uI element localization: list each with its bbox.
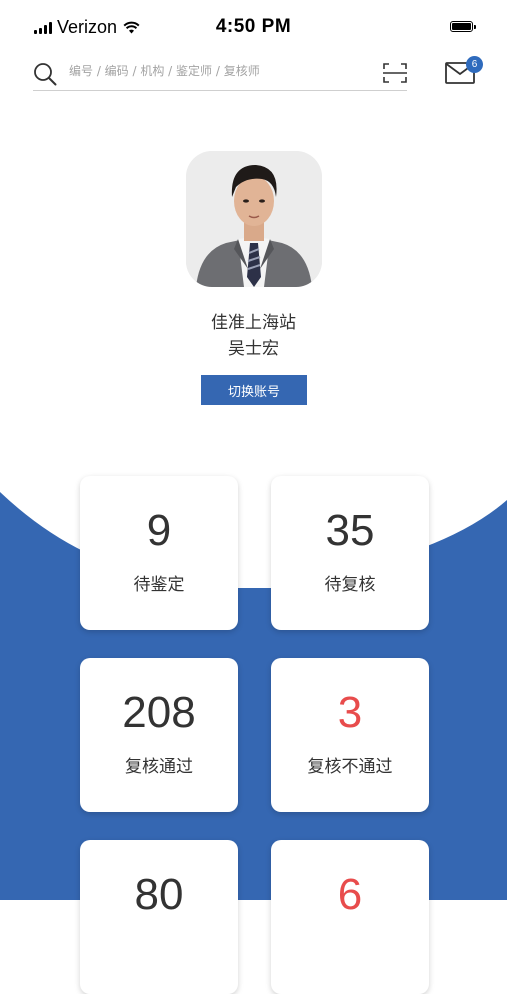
status-time: 4:50 PM (215, 16, 292, 37)
stat-value: 208 (122, 688, 196, 737)
stat-value: 35 (325, 506, 375, 555)
stat-card-review-passed[interactable]: 208 复核通过 (80, 658, 238, 812)
avatar[interactable] (186, 151, 322, 287)
search-input[interactable] (69, 64, 369, 78)
stat-value: 9 (146, 506, 172, 555)
stat-value: 3 (337, 688, 363, 737)
stat-card-5[interactable]: 80 (80, 840, 238, 994)
search-bar (33, 58, 407, 91)
stat-card-review-failed[interactable]: 3 复核不通过 (271, 658, 429, 812)
mail-badge: 6 (466, 56, 483, 73)
stat-value: 6 (337, 870, 363, 919)
stat-label: 复核通过 (125, 757, 193, 777)
scan-icon[interactable] (383, 62, 407, 84)
stat-card-6[interactable]: 6 (271, 840, 429, 994)
stat-label: 待复核 (324, 575, 376, 595)
avatar-portrait (186, 151, 322, 287)
stat-card-pending-appraisal[interactable]: 9 待鉴定 (80, 476, 238, 630)
stat-card-pending-review[interactable]: 35 待复核 (271, 476, 429, 630)
stat-label: 待鉴定 (133, 575, 185, 595)
battery-icon (450, 21, 476, 32)
user-name: 吴士宏 (228, 339, 279, 359)
stat-label: 复核不通过 (307, 757, 393, 777)
blue-background (0, 478, 507, 900)
status-bar: Verizon 4:50 PM (0, 0, 507, 56)
search-icon[interactable] (33, 62, 57, 86)
station-name: 佳准上海站 (211, 313, 296, 333)
stat-value: 80 (134, 870, 184, 919)
switch-account-button[interactable]: 切换账号 (201, 375, 307, 405)
